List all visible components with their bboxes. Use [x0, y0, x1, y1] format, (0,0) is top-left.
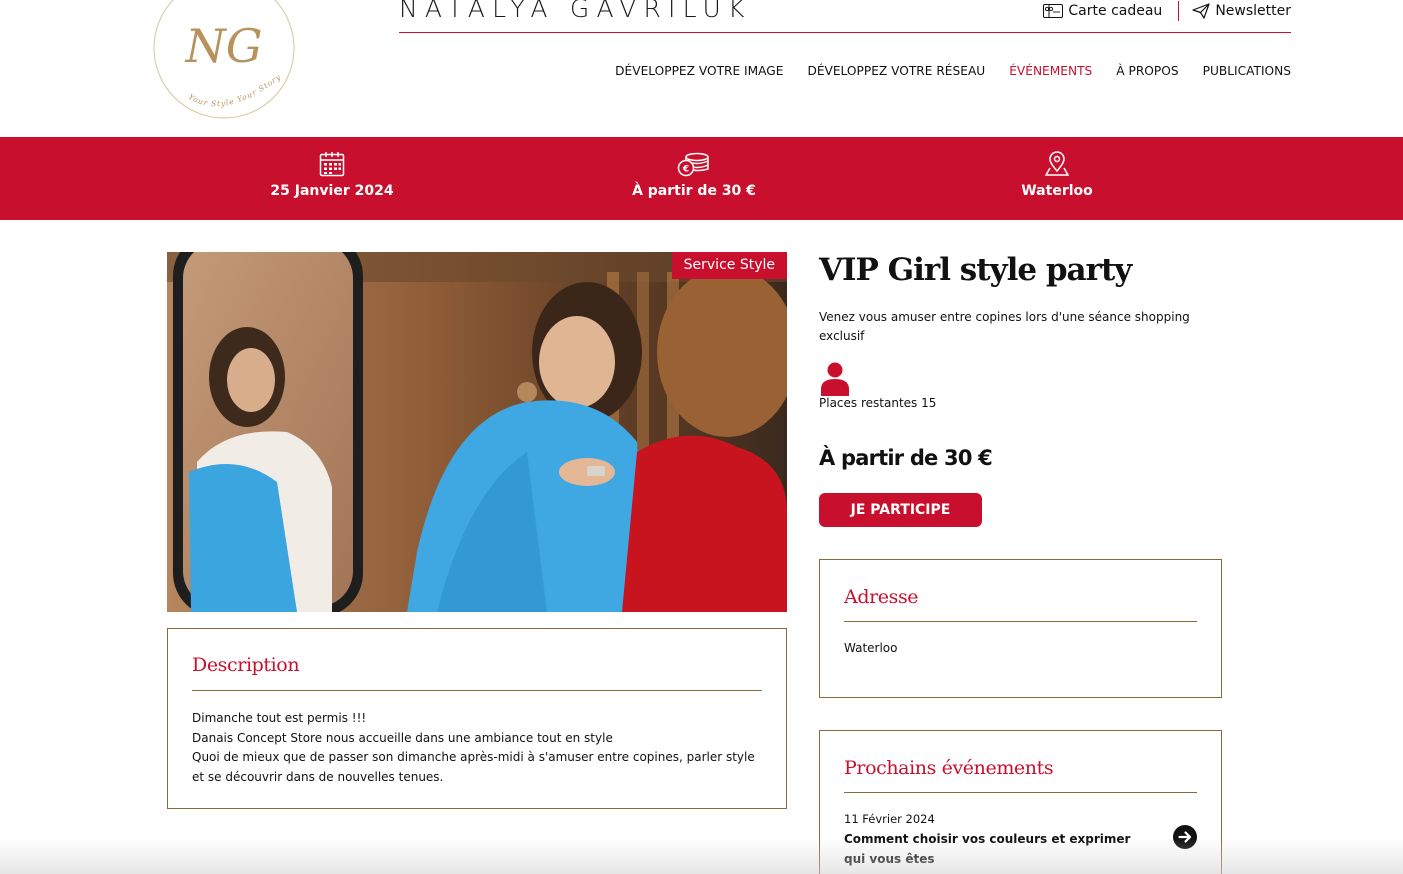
gift-card-link[interactable]: Carte cadeau: [1043, 3, 1162, 19]
nav-item-publications[interactable]: Publications: [1203, 64, 1291, 78]
gift-card-label: Carte cadeau: [1068, 3, 1163, 19]
person-icon: [821, 362, 849, 396]
logo-monogram: NG: [185, 19, 263, 73]
newsletter-label: Newsletter: [1215, 3, 1291, 19]
event-location-text: Waterloo: [1021, 183, 1093, 199]
coins-icon: €: [677, 152, 709, 177]
event-price: € À partir de 30 €: [544, 151, 844, 199]
event-subtitle: Venez vous amuser entre copines lors d'u…: [819, 310, 1190, 343]
nav-item-image[interactable]: Développez votre image: [615, 64, 783, 78]
logo-tagline: Your Style Your Story: [187, 72, 282, 108]
calendar-icon: [319, 152, 345, 177]
next-event-date: 11 Février 2024: [844, 812, 935, 826]
event-date-text: 25 Janvier 2024: [270, 183, 394, 199]
description-box: Description Dimanche tout est permis !!!…: [167, 628, 787, 809]
description-line: Danais Concept Store nous accueille dans…: [192, 730, 613, 745]
description-line: Dimanche tout est permis !!!: [192, 711, 367, 725]
event-title: VIP Girl style party: [819, 252, 1132, 288]
nav-item-reseau[interactable]: Développez votre réseau: [807, 64, 985, 78]
logo[interactable]: NG Your Style Your Story: [152, 0, 302, 126]
description-line: Quoi de mieux que de passer son dimanche…: [192, 750, 755, 764]
svg-text:€: €: [682, 165, 689, 175]
address-text: Waterloo: [844, 641, 898, 655]
next-event-name[interactable]: Comment choisir vos couleurs et exprimer…: [844, 830, 1144, 869]
event-info-bar: 25 Janvier 2024 € À partir de 30 € Water…: [0, 137, 1403, 220]
address-title: Adresse: [844, 586, 919, 608]
description-line: et se découvrir dans de nouvelles tenues…: [192, 769, 444, 784]
places-remaining: Places restantes 15: [819, 396, 937, 410]
paper-plane-icon: [1192, 3, 1210, 19]
participate-button[interactable]: JE PARTICIPE: [819, 493, 982, 527]
next-event-arrow-button[interactable]: [1173, 825, 1197, 849]
brand-name[interactable]: NATALYA GAVRILUK: [399, 0, 752, 23]
next-events-title: Prochains événements: [844, 757, 1054, 779]
description-text: Dimanche tout est permis !!! Danais Conc…: [192, 709, 755, 787]
event-date: 25 Janvier 2024: [182, 151, 482, 199]
gift-card-icon: [1043, 4, 1064, 18]
nav-item-evenements[interactable]: Événements: [1009, 64, 1092, 78]
event-photo: Service Style: [167, 252, 787, 612]
address-box: Adresse Waterloo: [819, 559, 1222, 698]
category-tag: Service Style: [671, 252, 787, 279]
description-divider: [192, 690, 762, 691]
next-events-box: Prochains événements 11 Février 2024 Com…: [819, 730, 1222, 874]
header-divider: [399, 32, 1291, 33]
event-location: Waterloo: [907, 151, 1207, 199]
utility-links: Carte cadeau Newsletter: [1043, 1, 1291, 21]
address-divider: [844, 621, 1197, 622]
svg-text:Your Style Your Story: Your Style Your Story: [187, 72, 283, 108]
event-price-large: À partir de 30 €: [819, 446, 993, 470]
utility-separator: [1178, 1, 1180, 21]
newsletter-link[interactable]: Newsletter: [1192, 3, 1291, 19]
next-events-divider: [844, 792, 1197, 793]
main-nav: Développez votre image Développez votre …: [615, 64, 1291, 78]
description-title: Description: [192, 654, 300, 676]
nav-item-a-propos[interactable]: À propos: [1116, 64, 1178, 78]
arrow-right-icon: [1178, 831, 1192, 843]
event-price-text: À partir de 30 €: [632, 183, 756, 199]
map-pin-icon: [1044, 151, 1070, 176]
